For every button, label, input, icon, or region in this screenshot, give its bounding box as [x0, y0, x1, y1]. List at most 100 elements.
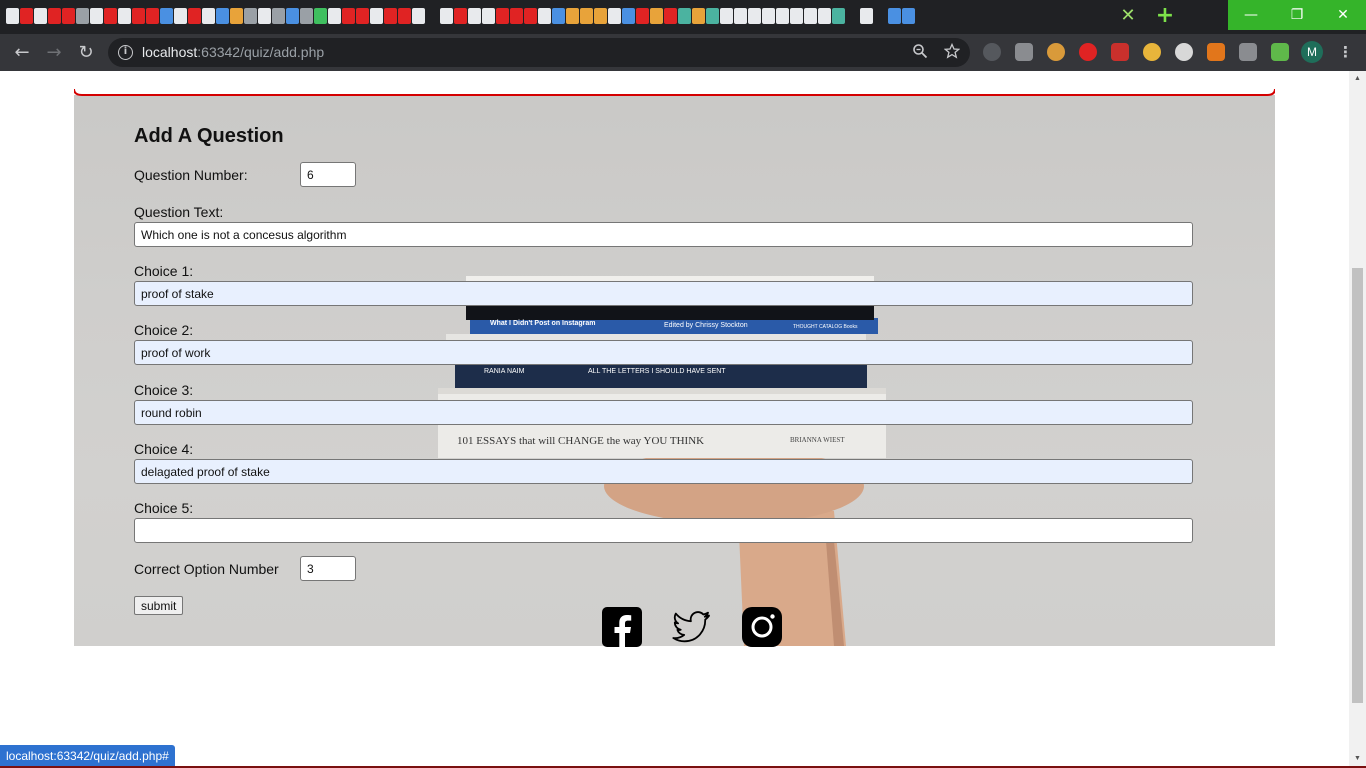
- window-close-button[interactable]: ✕: [1320, 0, 1366, 30]
- address-bar[interactable]: i localhost:63342/quiz/add.php: [108, 38, 970, 67]
- instagram-icon[interactable]: [741, 606, 783, 648]
- pinned-tab-favicon[interactable]: [566, 8, 579, 24]
- pinned-tab-favicon[interactable]: [734, 8, 747, 24]
- pinned-tab-favicon[interactable]: [90, 8, 103, 24]
- choice-3-input[interactable]: [134, 400, 1193, 425]
- pinned-tab-favicon[interactable]: [412, 8, 425, 24]
- window-restore-button[interactable]: ❐: [1274, 0, 1320, 30]
- profile-avatar[interactable]: M: [1301, 41, 1323, 63]
- bookmark-star-icon[interactable]: [942, 42, 962, 63]
- extension-book-icon[interactable]: [1111, 43, 1129, 61]
- pinned-tab-favicon[interactable]: [860, 8, 873, 24]
- pinned-tab-favicon[interactable]: [650, 8, 663, 24]
- pinned-tab-favicon[interactable]: [216, 8, 229, 24]
- pinned-tab-favicon[interactable]: [902, 8, 915, 24]
- pinned-tab-favicon[interactable]: [664, 8, 677, 24]
- pinned-tab-favicon[interactable]: [160, 8, 173, 24]
- extension-toggle-off-icon[interactable]: [1239, 43, 1257, 61]
- pinned-tab-favicon[interactable]: [762, 8, 775, 24]
- extension-stop-icon[interactable]: [1079, 43, 1097, 61]
- pinned-tab-favicon[interactable]: [272, 8, 285, 24]
- pinned-tab-favicon[interactable]: [426, 8, 439, 24]
- pinned-tab-favicon[interactable]: [118, 8, 131, 24]
- twitter-icon[interactable]: [670, 606, 712, 648]
- pinned-tab-favicon[interactable]: [776, 8, 789, 24]
- extension-camera-icon[interactable]: [1015, 43, 1033, 61]
- pinned-tab-favicon[interactable]: [314, 8, 327, 24]
- extension-cookie-icon[interactable]: [1047, 43, 1065, 61]
- pinned-tab-favicon[interactable]: [468, 8, 481, 24]
- extension-bulb-icon[interactable]: [983, 43, 1001, 61]
- facebook-icon[interactable]: [601, 606, 643, 648]
- pinned-tab-favicon[interactable]: [454, 8, 467, 24]
- pinned-tab-favicon[interactable]: [692, 8, 705, 24]
- pinned-tab-favicon[interactable]: [398, 8, 411, 24]
- pinned-tab-favicon[interactable]: [76, 8, 89, 24]
- pinned-tab-favicon[interactable]: [580, 8, 593, 24]
- pinned-tab-favicon[interactable]: [188, 8, 201, 24]
- pinned-tab-favicon[interactable]: [608, 8, 621, 24]
- pinned-tab-favicon[interactable]: [6, 8, 19, 24]
- pinned-tab-favicon[interactable]: [230, 8, 243, 24]
- site-info-icon[interactable]: i: [118, 45, 133, 60]
- pinned-tab-favicon[interactable]: [244, 8, 257, 24]
- pinned-tab-favicon[interactable]: [720, 8, 733, 24]
- url-text[interactable]: localhost:63342/quiz/add.php: [142, 44, 324, 60]
- submit-button[interactable]: submit: [134, 596, 184, 615]
- pinned-tab-favicon[interactable]: [174, 8, 187, 24]
- browser-menu-icon[interactable]: ⋮: [1338, 41, 1353, 63]
- window-minimize-button[interactable]: —: [1228, 0, 1274, 30]
- question-text-input[interactable]: [134, 222, 1193, 247]
- pinned-tab-favicon[interactable]: [496, 8, 509, 24]
- pinned-tab-favicon[interactable]: [552, 8, 565, 24]
- scroll-down-icon[interactable]: ▼: [1353, 754, 1362, 763]
- pinned-tab-favicon[interactable]: [370, 8, 383, 24]
- pinned-tab-favicon[interactable]: [636, 8, 649, 24]
- page-scrollbar[interactable]: ▲ ▼: [1349, 71, 1366, 768]
- pinned-tab-favicon[interactable]: [790, 8, 803, 24]
- pinned-tab-favicon[interactable]: [622, 8, 635, 24]
- choice-4-input[interactable]: [134, 459, 1193, 484]
- pinned-tab-favicon[interactable]: [328, 8, 341, 24]
- choice-1-input[interactable]: [134, 281, 1193, 306]
- pinned-tab-favicon[interactable]: [804, 8, 817, 24]
- pinned-tab-favicon[interactable]: [300, 8, 313, 24]
- pinned-tab-favicon[interactable]: [440, 8, 453, 24]
- pinned-tab-favicon[interactable]: [482, 8, 495, 24]
- pinned-tab-favicon[interactable]: [832, 8, 845, 24]
- pinned-tab-favicon[interactable]: [678, 8, 691, 24]
- pinned-tab-favicon[interactable]: [538, 8, 551, 24]
- pinned-tab-favicon[interactable]: [34, 8, 47, 24]
- pinned-tab-favicon[interactable]: [874, 8, 887, 24]
- pinned-tab-favicon[interactable]: [818, 8, 831, 24]
- question-number-input[interactable]: [300, 162, 356, 187]
- forward-button[interactable]: →: [42, 41, 66, 65]
- pinned-tab-favicon[interactable]: [384, 8, 397, 24]
- pinned-tab-favicon[interactable]: [132, 8, 145, 24]
- pinned-tab-favicon[interactable]: [356, 8, 369, 24]
- pinned-tab-favicon[interactable]: [286, 8, 299, 24]
- reload-button[interactable]: ↻: [74, 41, 98, 65]
- pinned-tab-favicon[interactable]: [20, 8, 33, 24]
- scroll-up-icon[interactable]: ▲: [1353, 74, 1362, 83]
- extension-moon-icon[interactable]: [1143, 43, 1161, 61]
- new-tab-button[interactable]: +: [1154, 5, 1176, 27]
- correct-option-input[interactable]: [300, 556, 356, 581]
- pinned-tab-favicon[interactable]: [342, 8, 355, 24]
- pinned-tab-favicon[interactable]: [202, 8, 215, 24]
- pinned-tab-favicon[interactable]: [846, 8, 859, 24]
- scroll-thumb[interactable]: [1352, 268, 1363, 703]
- pinned-tab-favicon[interactable]: [888, 8, 901, 24]
- extension-fox-icon[interactable]: [1207, 43, 1225, 61]
- pinned-tab-favicon[interactable]: [104, 8, 117, 24]
- extensions-puzzle-icon[interactable]: [1271, 43, 1289, 61]
- pinned-tab-favicon[interactable]: [748, 8, 761, 24]
- extension-circle-icon[interactable]: [1175, 43, 1193, 61]
- pinned-tab-favicon[interactable]: [48, 8, 61, 24]
- pinned-tab-favicon[interactable]: [524, 8, 537, 24]
- pinned-tab-favicon[interactable]: [258, 8, 271, 24]
- pinned-tab-favicon[interactable]: [594, 8, 607, 24]
- back-button[interactable]: ←: [10, 41, 34, 65]
- pinned-tab-favicons[interactable]: [6, 8, 915, 26]
- zoom-icon[interactable]: [910, 43, 930, 63]
